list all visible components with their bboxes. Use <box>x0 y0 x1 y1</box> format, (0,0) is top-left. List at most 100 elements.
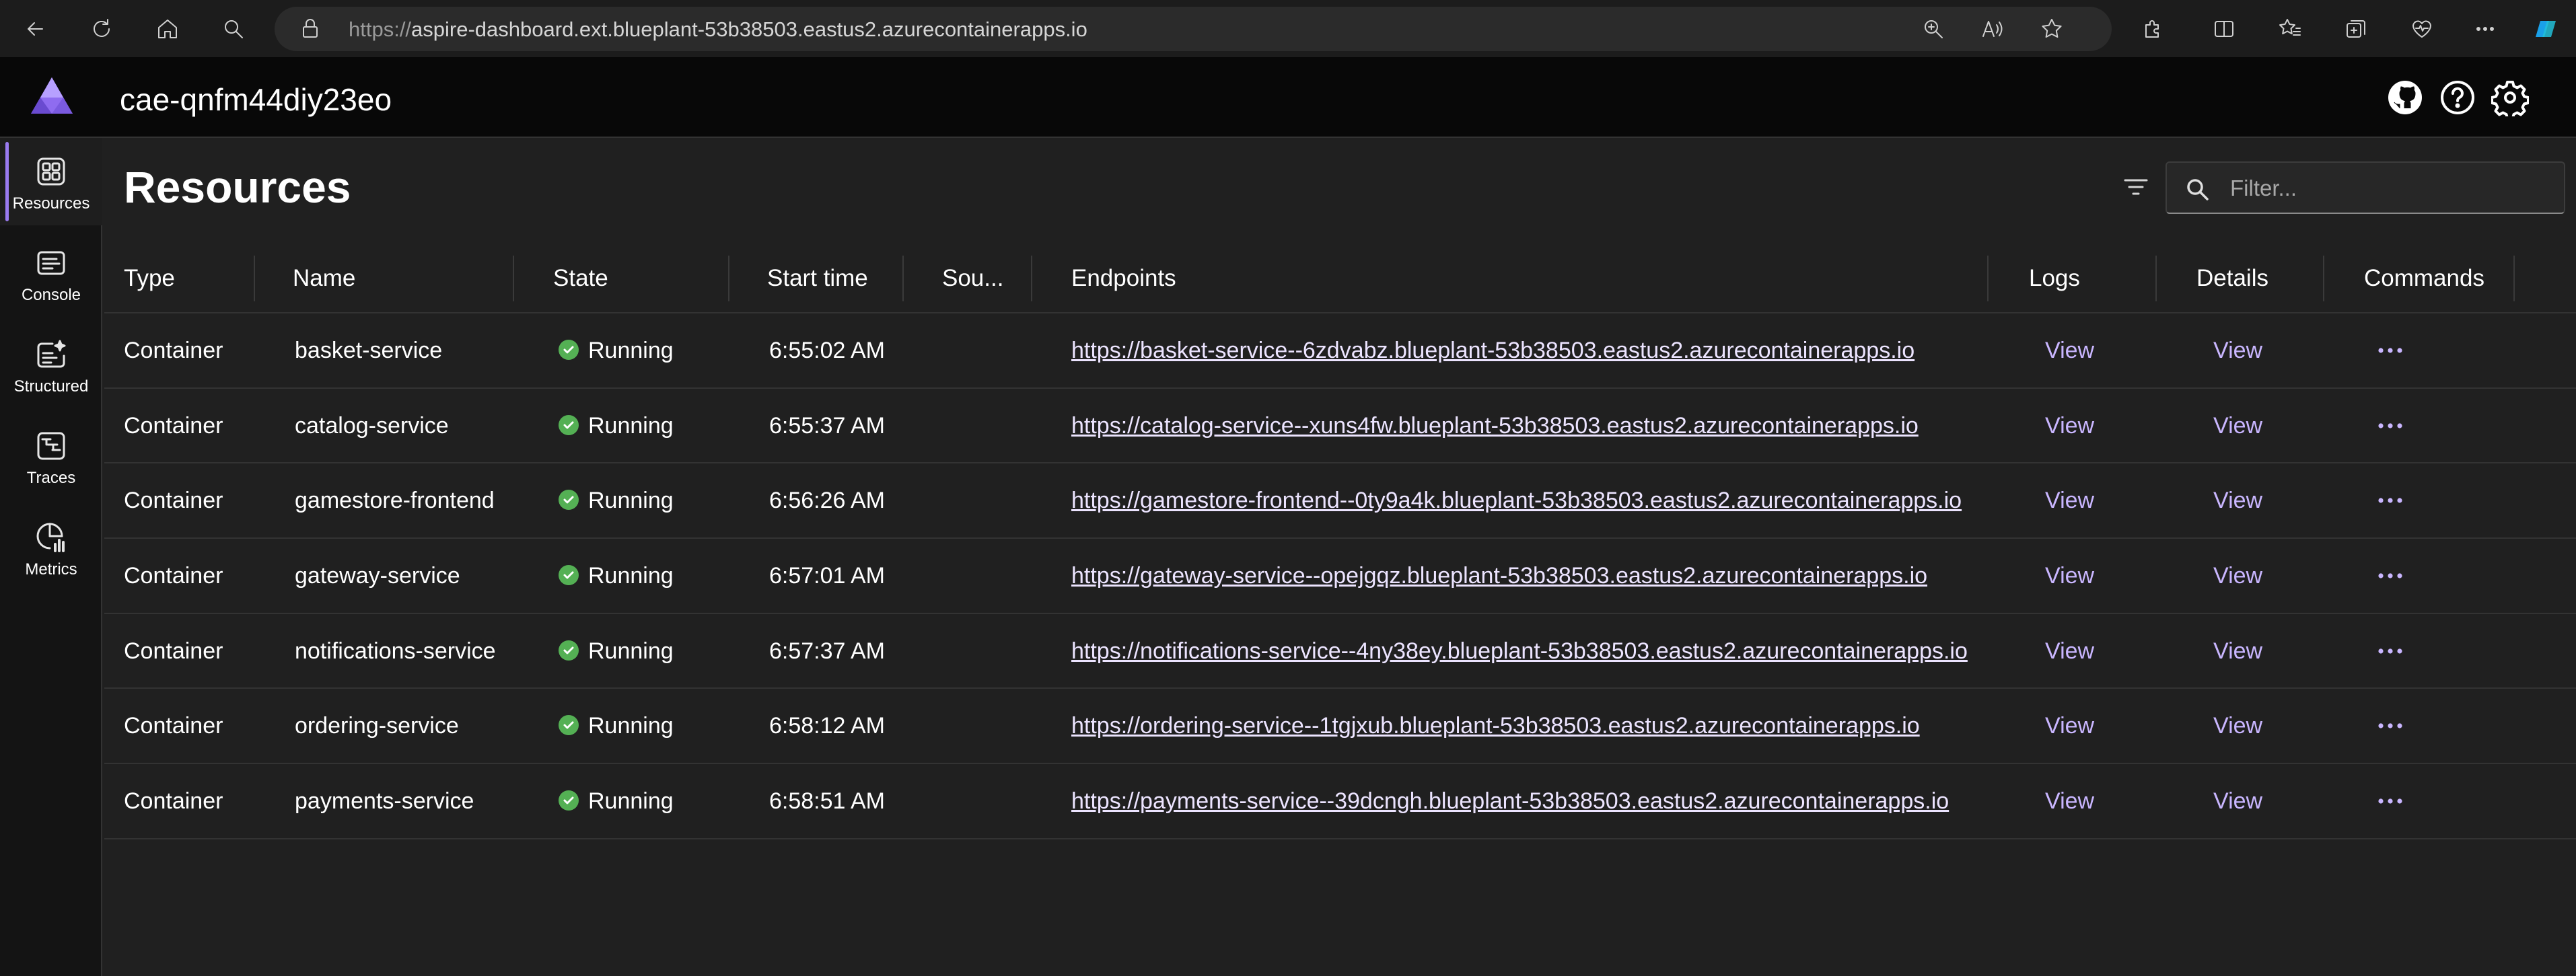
extensions-icon[interactable] <box>2137 13 2168 44</box>
details-view-link[interactable]: View <box>2213 764 2262 838</box>
favorite-star-icon[interactable] <box>2036 13 2067 44</box>
endpoint-link[interactable]: https://gateway-service--opejgqz.bluepla… <box>1071 539 1927 613</box>
sidebar-item-structured[interactable]: Structured <box>0 321 102 408</box>
read-aloud-icon[interactable] <box>1977 13 2008 44</box>
copilot-icon[interactable] <box>2530 13 2561 44</box>
browser-essentials-icon[interactable] <box>2406 13 2437 44</box>
details-view-link[interactable]: View <box>2213 313 2262 387</box>
help-icon[interactable] <box>2439 79 2476 116</box>
resources-table: Type Name State Start time Sou... Endpoi… <box>104 243 2576 839</box>
column-resize-handle[interactable] <box>2513 256 2515 301</box>
column-resize-handle[interactable] <box>513 256 514 301</box>
endpoint-link[interactable]: https://notifications-service--4ny38ey.b… <box>1071 614 1968 688</box>
column-resize-handle[interactable] <box>254 256 255 301</box>
column-header-start-time[interactable]: Start time <box>767 243 868 313</box>
refresh-icon[interactable] <box>86 13 117 44</box>
column-header-state[interactable]: State <box>553 243 608 313</box>
running-check-icon <box>559 414 579 435</box>
sidebar-item-label: Structured <box>13 377 89 396</box>
table-row: Container catalog-service Running 6:55:3… <box>104 389 2576 464</box>
details-view-link[interactable]: View <box>2213 539 2262 613</box>
address-bar[interactable]: https://aspire-dashboard.ext.blueplant-5… <box>275 7 2112 51</box>
github-icon[interactable] <box>2386 79 2424 116</box>
details-view-link[interactable]: View <box>2213 389 2262 463</box>
endpoint-link[interactable]: https://basket-service--6zdvabz.blueplan… <box>1071 313 1915 387</box>
column-resize-handle[interactable] <box>902 256 904 301</box>
running-check-icon <box>559 565 579 586</box>
details-view-link[interactable]: View <box>2213 689 2262 763</box>
column-resize-handle[interactable] <box>2323 256 2324 301</box>
column-header-details[interactable]: Details <box>2196 243 2268 313</box>
collections-icon[interactable] <box>2340 13 2371 44</box>
endpoint-link[interactable]: https://catalog-service--xuns4fw.bluepla… <box>1071 389 1919 463</box>
sidebar-item-console[interactable]: Console <box>0 229 102 317</box>
logs-view-link[interactable]: View <box>2045 539 2094 613</box>
more-actions-icon[interactable] <box>2375 718 2405 733</box>
logs-view-link[interactable]: View <box>2045 689 2094 763</box>
more-menu-icon[interactable] <box>2470 13 2501 44</box>
details-view-link[interactable]: View <box>2213 614 2262 688</box>
logs-view-link[interactable]: View <box>2045 614 2094 688</box>
sidebar-item-traces[interactable]: Traces <box>0 412 102 500</box>
column-header-source[interactable]: Sou... <box>942 243 1003 313</box>
url-text[interactable]: https://aspire-dashboard.ext.blueplant-5… <box>349 17 1087 42</box>
state-label: Running <box>588 488 674 514</box>
cell-start-time: 6:58:12 AM <box>769 713 886 739</box>
more-actions-icon[interactable] <box>2375 644 2405 659</box>
logs-view-link[interactable]: View <box>2045 764 2094 838</box>
metrics-icon <box>35 521 67 554</box>
more-actions-icon[interactable] <box>2375 343 2405 358</box>
filter-field[interactable] <box>2166 161 2565 214</box>
cell-start-time: 6:55:37 AM <box>769 412 886 439</box>
state-label: Running <box>588 713 674 739</box>
more-actions-icon[interactable] <box>2375 418 2405 433</box>
endpoint-link[interactable]: https://payments-service--39dcngh.bluepl… <box>1071 764 1949 838</box>
filter-input[interactable] <box>2229 172 2552 204</box>
more-actions-icon[interactable] <box>2375 568 2405 583</box>
column-header-logs[interactable]: Logs <box>2029 243 2080 313</box>
column-header-commands[interactable]: Commands <box>2364 243 2484 313</box>
table-row: Container basket-service Running 6:55:02… <box>104 313 2576 389</box>
column-header-name[interactable]: Name <box>293 243 355 313</box>
logs-view-link[interactable]: View <box>2045 463 2094 537</box>
table-row: Container gamestore-frontend Running 6:5… <box>104 463 2576 539</box>
running-check-icon <box>559 790 579 811</box>
logs-view-link[interactable]: View <box>2045 313 2094 387</box>
column-resize-handle[interactable] <box>728 256 729 301</box>
column-header-endpoints[interactable]: Endpoints <box>1071 243 1176 313</box>
column-header-type[interactable]: Type <box>124 243 175 313</box>
cell-state: Running <box>559 313 674 387</box>
endpoint-link[interactable]: https://ordering-service--1tgjxub.bluepl… <box>1071 689 1920 763</box>
table-row: Container ordering-service Running 6:58:… <box>104 689 2576 765</box>
cell-start-time: 6:57:01 AM <box>769 563 886 589</box>
logs-view-link[interactable]: View <box>2045 389 2094 463</box>
column-resize-handle[interactable] <box>2155 256 2157 301</box>
cell-state: Running <box>559 463 674 537</box>
split-screen-icon[interactable] <box>2209 13 2240 44</box>
cell-type: Container <box>124 563 223 589</box>
lock-icon[interactable] <box>295 13 326 44</box>
details-view-link[interactable]: View <box>2213 463 2262 537</box>
settings-gear-icon[interactable] <box>2491 79 2529 116</box>
cell-name: basket-service <box>295 338 443 363</box>
back-icon[interactable] <box>20 13 51 44</box>
zoom-icon[interactable] <box>1918 13 1949 44</box>
endpoint-link[interactable]: https://gamestore-frontend--0ty9a4k.blue… <box>1071 463 1962 537</box>
structured-logs-icon <box>35 338 67 371</box>
table-row: Container payments-service Running 6:58:… <box>104 764 2576 839</box>
sidebar-item-label: Traces <box>26 469 76 487</box>
sidebar-item-metrics[interactable]: Metrics <box>0 504 102 591</box>
cell-start-time: 6:57:37 AM <box>769 638 886 664</box>
cell-start-time: 6:55:02 AM <box>769 338 886 363</box>
column-resize-handle[interactable] <box>1031 256 1032 301</box>
sidebar-item-resources[interactable]: Resources <box>0 138 102 225</box>
sidebar: Resources Console Structured Traces Metr… <box>0 138 102 976</box>
column-resize-handle[interactable] <box>1987 256 1989 301</box>
more-actions-icon[interactable] <box>2375 493 2405 508</box>
app-header: cae-qnfm44diy23eo <box>0 57 2576 138</box>
home-icon[interactable] <box>152 13 183 44</box>
filter-icon[interactable] <box>2121 172 2151 202</box>
search-icon[interactable] <box>218 13 249 44</box>
more-actions-icon[interactable] <box>2375 794 2405 809</box>
favorites-icon[interactable] <box>2275 13 2305 44</box>
